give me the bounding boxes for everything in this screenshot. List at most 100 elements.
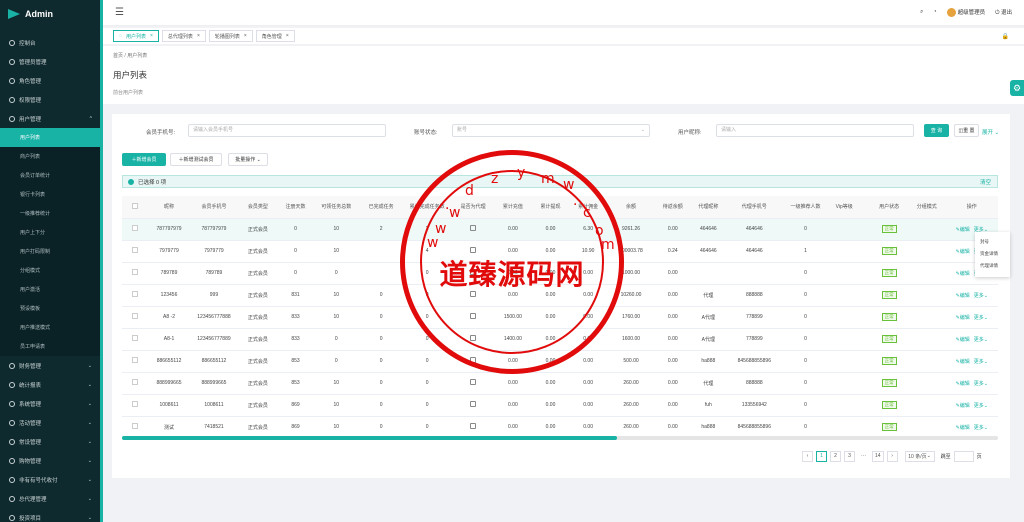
row-checkbox[interactable] xyxy=(131,335,138,341)
goto-input[interactable] xyxy=(953,450,974,462)
expand-link[interactable]: 展开 ⌄ xyxy=(982,128,999,136)
row-checkbox[interactable] xyxy=(131,269,138,275)
row-checkbox[interactable] xyxy=(131,379,138,385)
more-link[interactable]: 更多⌄ xyxy=(974,425,988,431)
more-link[interactable]: 更多⌄ xyxy=(974,359,988,365)
edit-link[interactable]: ✎编辑 xyxy=(956,359,970,365)
reset-button[interactable]: ◫ 重 置 xyxy=(954,124,979,137)
menu-toggle-icon[interactable]: ☰ xyxy=(115,7,124,18)
row-checkbox[interactable] xyxy=(131,401,138,407)
sidebar-item[interactable]: 非有有号代收付 ⌄ xyxy=(0,470,100,489)
tab-user-list[interactable]: ◌ 用户列表 × xyxy=(113,30,159,42)
edit-link[interactable]: ✎编辑 xyxy=(956,249,970,255)
sidebar-item[interactable]: 购物管理 ⌄ xyxy=(0,451,100,470)
search-icon[interactable]: ⌕ xyxy=(920,9,923,16)
sidebar-subitem[interactable]: 分组模式 xyxy=(0,261,100,280)
sidebar-item[interactable]: 管理员管理 xyxy=(0,52,100,71)
edit-link[interactable]: ✎编辑 xyxy=(956,271,970,277)
page-ellipsis[interactable]: ··· xyxy=(858,451,869,462)
sidebar-item[interactable]: 活动管理 ⌄ xyxy=(0,413,100,432)
sidebar-subitem[interactable]: 用户打码限制 xyxy=(0,242,100,261)
sidebar-item[interactable]: 总代理管理 ⌄ xyxy=(0,489,100,508)
more-link[interactable]: 更多⌄ xyxy=(974,337,988,343)
sidebar-subitem[interactable]: 商户列表 xyxy=(0,147,100,166)
close-icon[interactable]: × xyxy=(150,33,153,39)
sidebar-subitem[interactable]: 一级推荐统计 xyxy=(0,204,100,223)
sidebar-subitem[interactable]: 用户激活 xyxy=(0,280,100,299)
sidebar-subitem[interactable]: 用户推送模式 xyxy=(0,318,100,337)
row-checkbox[interactable] xyxy=(131,291,138,297)
agent-flag-icon[interactable] xyxy=(470,291,477,297)
agent-flag-icon[interactable] xyxy=(470,247,477,253)
select-all-checkbox[interactable] xyxy=(131,202,138,209)
agent-detail-item[interactable]: 代理详情 xyxy=(975,260,1010,272)
more-link[interactable]: 更多⌄ xyxy=(974,315,988,321)
page-button[interactable]: 1 xyxy=(816,450,827,462)
edit-link[interactable]: ✎编辑 xyxy=(956,315,970,321)
nick-input[interactable]: 请输入 xyxy=(716,124,914,137)
next-page-button[interactable]: › xyxy=(886,450,898,462)
close-icon[interactable]: × xyxy=(197,33,200,39)
bell-icon[interactable]: ◔ xyxy=(933,9,936,15)
edit-link[interactable]: ✎编辑 xyxy=(956,403,970,409)
prev-page-button[interactable]: ‹ xyxy=(802,450,813,462)
sidebar-item[interactable]: 用户管理 ^ xyxy=(0,109,100,128)
agent-flag-icon[interactable] xyxy=(470,401,477,407)
row-checkbox[interactable] xyxy=(131,225,138,231)
search-button[interactable]: 查 询 xyxy=(924,124,949,137)
row-checkbox[interactable] xyxy=(131,313,138,319)
scroll-thumb[interactable] xyxy=(122,436,617,440)
tab-role[interactable]: 角色管理 × xyxy=(255,30,295,42)
sidebar-item[interactable]: 系统管理 ⌄ xyxy=(0,394,100,413)
row-checkbox[interactable] xyxy=(131,357,138,363)
edit-link[interactable]: ✎编辑 xyxy=(956,425,970,431)
sidebar-subitem[interactable]: 预设模板 xyxy=(0,299,100,318)
page-button[interactable]: 3 xyxy=(844,450,855,462)
agent-flag-icon[interactable] xyxy=(470,357,477,363)
funds-detail-item[interactable]: 资金详情 xyxy=(975,248,1010,260)
sidebar-subitem[interactable]: 银行卡列表 xyxy=(0,185,100,204)
agent-flag-icon[interactable] xyxy=(470,379,477,385)
sidebar-item[interactable]: 控制台 xyxy=(0,33,100,52)
status-select[interactable]: 账号 ⌄ xyxy=(452,124,650,137)
sidebar-item[interactable]: 权限管理 xyxy=(0,90,100,109)
add-member-button[interactable]: ＋ 新增会员 xyxy=(122,153,166,166)
logo[interactable]: Admin xyxy=(0,0,100,28)
edit-link[interactable]: ✎编辑 xyxy=(956,381,970,387)
row-checkbox[interactable] xyxy=(131,247,138,253)
sidebar-item[interactable]: 投资项目 ⌄ xyxy=(0,508,100,522)
edit-link[interactable]: ✎编辑 xyxy=(956,337,970,343)
page-size-select[interactable]: 10 条/页 ⌄ xyxy=(904,450,935,462)
close-icon[interactable]: × xyxy=(286,33,289,39)
sidebar-item[interactable]: 常设管理 ⌄ xyxy=(0,432,100,451)
batch-actions-button[interactable]: 批量操作 ⌄ xyxy=(228,153,268,166)
more-link[interactable]: 更多⌄ xyxy=(974,403,988,409)
agent-flag-icon[interactable] xyxy=(470,269,477,275)
lock-icon[interactable]: 🔒 xyxy=(1002,33,1009,40)
row-checkbox[interactable] xyxy=(131,423,138,429)
sidebar-item[interactable]: 财务管理 ⌄ xyxy=(0,356,100,375)
clear-selection-link[interactable]: 清空 xyxy=(980,178,991,186)
horizontal-scrollbar[interactable] xyxy=(122,436,998,440)
agent-flag-icon[interactable] xyxy=(470,225,477,231)
edit-link[interactable]: ✎编辑 xyxy=(956,293,970,299)
user-menu[interactable]: 超级管理员 xyxy=(946,8,985,18)
page-button[interactable]: 14 xyxy=(872,450,884,462)
phone-input[interactable]: 请输入会员手机号 xyxy=(188,124,386,137)
sidebar-subitem[interactable]: 会员订单统计 xyxy=(0,166,100,185)
breadcrumb-home[interactable]: 首页 xyxy=(113,53,123,59)
page-button[interactable]: 2 xyxy=(830,450,841,462)
more-link[interactable]: 更多⌄ xyxy=(974,381,988,387)
agent-flag-icon[interactable] xyxy=(470,313,477,319)
sidebar-item[interactable]: 统计报表 ⌄ xyxy=(0,375,100,394)
tab-banner-list[interactable]: 轮播图列表 × xyxy=(208,30,253,42)
sidebar-subitem[interactable]: 员工申请表 xyxy=(0,337,100,356)
close-icon[interactable]: × xyxy=(244,33,247,39)
logout-button[interactable]: ⏻ 退出 xyxy=(995,8,1012,17)
agent-flag-icon[interactable] xyxy=(470,335,477,341)
ban-user-item[interactable]: 封号 xyxy=(975,236,1010,248)
agent-flag-icon[interactable] xyxy=(470,423,477,429)
sidebar-item[interactable]: 角色管理 xyxy=(0,71,100,90)
sidebar-subitem[interactable]: 用户上下分 xyxy=(0,223,100,242)
more-link[interactable]: 更多⌄ xyxy=(974,293,988,299)
